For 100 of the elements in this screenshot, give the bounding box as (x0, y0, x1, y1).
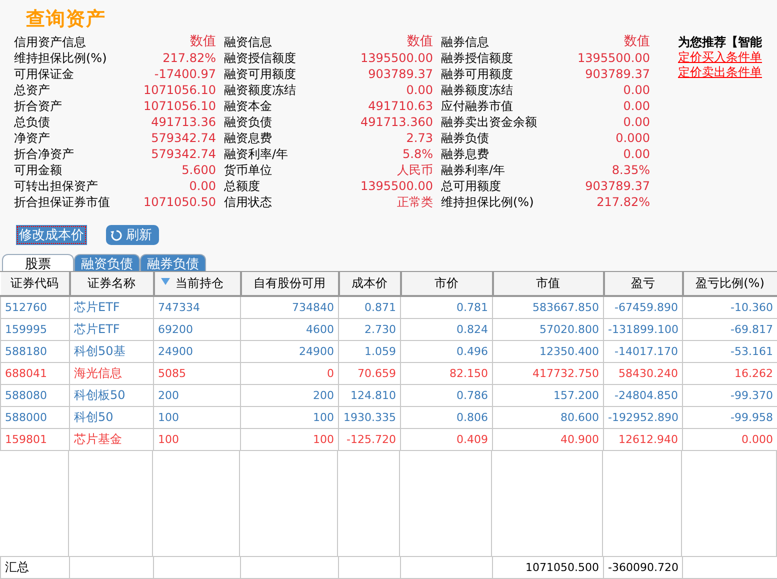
table-row[interactable]: 159801 芯片基金 100 100 -125.720 0.409 40.900 12612.940 0.000 (0, 428, 777, 450)
info-value: 人民币 (397, 162, 433, 178)
info-label: 融券卖出资金余额 (441, 114, 537, 130)
table-cell: 5085 (154, 362, 240, 384)
order-link[interactable]: 定价买入条件单 (678, 49, 762, 64)
info-value: -17400.97 (154, 66, 216, 82)
table-row[interactable]: 688041 海光信息 5085 0 70.659 82.150 417732.750 58430.240 16.262 (0, 362, 777, 384)
tab[interactable]: 股票 (2, 254, 74, 271)
tab[interactable]: 融资负债 (74, 254, 140, 271)
column-header[interactable]: 证券代码 (0, 272, 70, 296)
column-header[interactable]: 盈亏比例(%) (682, 272, 777, 296)
info-label: 融券授信额度 (441, 50, 513, 66)
table-cell: 0.824 (400, 318, 492, 340)
order-link[interactable]: 定价卖出条件单 (678, 64, 762, 79)
table-row[interactable]: 512760 芯片ETF 747334 734840 0.871 0.781 583667.850 -67459.890 -10.360 (0, 296, 777, 318)
column-heading: 数值 (407, 34, 433, 50)
info-value: 0.00 (623, 146, 650, 162)
info-label: 融资可用额度 (224, 66, 296, 82)
table-cell: 157.200 (492, 384, 604, 406)
info-value: 0.00 (406, 82, 433, 98)
info-label: 融资额度冻结 (224, 82, 296, 98)
sort-icon (160, 278, 170, 285)
table-cell: 0.786 (400, 384, 492, 406)
table-cell: 0 (240, 362, 338, 384)
column-header[interactable]: 证券名称 (70, 272, 154, 296)
column-header[interactable]: 当前持仓 (154, 272, 240, 296)
section-heading: 融资信息 (224, 34, 272, 50)
table-cell: 100 (240, 406, 338, 428)
table-row[interactable]: 159995 芯片ETF 69200 4600 2.730 0.824 57020.800 -131899.100 -69.817 (0, 318, 777, 340)
info-value: 5.600 (182, 162, 216, 178)
info-value: 579342.74 (151, 146, 216, 162)
info-value: 0.00 (623, 98, 650, 114)
column-heading: 数值 (190, 34, 216, 50)
info-label: 融资授信额度 (224, 50, 296, 66)
table-cell: 科创50基 (70, 340, 154, 362)
info-label: 总额度 (224, 178, 260, 194)
table-cell: 588080 (0, 384, 70, 406)
table-cell: 芯片ETF (70, 318, 154, 340)
table-cell: 芯片基金 (70, 428, 154, 450)
info-label: 融券利率/年 (441, 162, 506, 178)
section-heading: 信用资产信息 (14, 34, 86, 50)
info-value: 217.82% (162, 50, 216, 66)
table-cell: 科创50 (70, 406, 154, 428)
info-label: 可转出担保资产 (14, 178, 98, 194)
info-label: 总资产 (14, 82, 50, 98)
info-label: 融券息费 (441, 146, 489, 162)
table-cell: 40.900 (492, 428, 604, 450)
table-cell: 82.150 (400, 362, 492, 384)
table-cell: -67459.890 (604, 296, 682, 318)
info-label: 总可用额度 (441, 178, 501, 194)
info-label: 维持担保比例(%) (14, 50, 107, 66)
table-cell: -192952.890 (604, 406, 682, 428)
table-cell: 588180 (0, 340, 70, 362)
table-cell: 512760 (0, 296, 70, 318)
table-cell: 0.409 (400, 428, 492, 450)
table-cell: -360090.720 (604, 556, 682, 578)
table-cell: 688041 (0, 362, 70, 384)
info-label: 总负债 (14, 114, 50, 130)
refresh-icon (110, 228, 123, 242)
table-cell: 747334 (154, 296, 240, 318)
table-cell: 583667.850 (492, 296, 604, 318)
info-label: 融券额度冻结 (441, 82, 513, 98)
column-header[interactable]: 盈亏 (604, 272, 682, 296)
column-header[interactable]: 市价 (400, 272, 492, 296)
table-cell: 芯片ETF (70, 296, 154, 318)
table-cell: 588000 (0, 406, 70, 428)
info-value: 0.000 (616, 130, 650, 146)
info-label: 融券负债 (441, 130, 489, 146)
table-row[interactable]: 588000 科创50 100 100 1930.335 0.806 80.600 -192952.890 -99.958 (0, 406, 777, 428)
table-cell: 1.059 (338, 340, 400, 362)
column-header[interactable]: 自有股份可用 (240, 272, 338, 296)
table-row[interactable]: 588180 科创50基 24900 24900 1.059 0.496 12350.400 -14017.170 -53.161 (0, 340, 777, 362)
total-label: 汇总 (0, 556, 70, 578)
table-cell: 海光信息 (70, 362, 154, 384)
info-value: 2.73 (406, 130, 433, 146)
info-label: 融资本金 (224, 98, 272, 114)
table-cell: 200 (240, 384, 338, 406)
table-cell: 2.730 (338, 318, 400, 340)
column-header[interactable]: 市值 (492, 272, 604, 296)
table-cell: 58430.240 (604, 362, 682, 384)
table-cell: 69200 (154, 318, 240, 340)
table-row[interactable]: 588080 科创板50 200 200 124.810 0.786 157.200 -24804.850 -99.370 (0, 384, 777, 406)
info-value: 217.82% (596, 194, 650, 210)
info-value: 1395500.00 (360, 50, 433, 66)
info-value: 903789.37 (585, 178, 650, 194)
info-label: 折合资产 (14, 98, 62, 114)
table-cell: 200 (154, 384, 240, 406)
column-header[interactable]: 成本价 (338, 272, 400, 296)
info-value: 903789.37 (368, 66, 433, 82)
edit-cost-button[interactable]: 修改成本价 (16, 225, 87, 245)
table-cell: 0.871 (338, 296, 400, 318)
refresh-button[interactable]: 刷新 (106, 225, 159, 245)
info-value: 0.00 (189, 178, 216, 194)
info-label: 信用状态 (224, 194, 272, 210)
table-cell: 100 (154, 428, 240, 450)
info-label: 融资利率/年 (224, 146, 288, 162)
info-label: 货币单位 (224, 162, 272, 178)
tab[interactable]: 融券负债 (140, 254, 206, 271)
table-cell: -125.720 (338, 428, 400, 450)
table-cell: 0.496 (400, 340, 492, 362)
